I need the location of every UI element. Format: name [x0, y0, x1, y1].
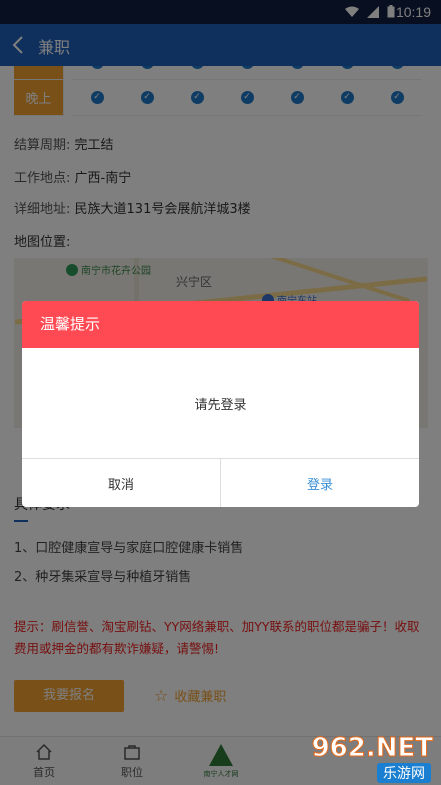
- watermark-sub: 乐游网: [377, 763, 431, 783]
- dialog-title: 温馨提示: [22, 301, 419, 348]
- dialog-message-text: 请先登录: [194, 397, 247, 413]
- dialog-message: 请先登录: [22, 348, 419, 459]
- login-prompt-dialog: 温馨提示 请先登录 取消 登录: [22, 301, 419, 507]
- cancel-button[interactable]: 取消: [22, 459, 221, 507]
- dialog-actions: 取消 登录: [22, 459, 419, 507]
- login-button[interactable]: 登录: [221, 459, 419, 507]
- site-watermark: 962.NET 乐游网: [299, 733, 437, 783]
- watermark-brand: 962.NET: [311, 733, 433, 764]
